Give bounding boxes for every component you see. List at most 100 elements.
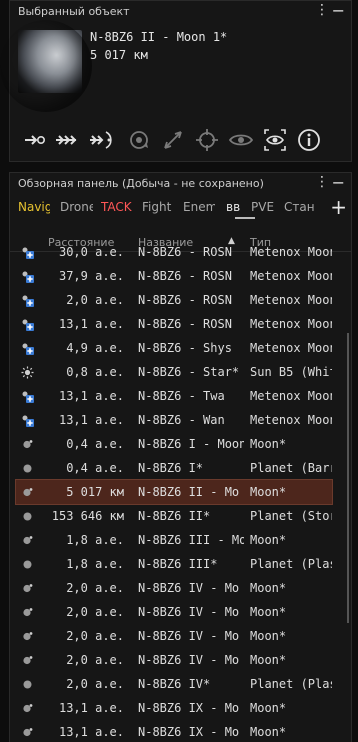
- approach-icon[interactable]: [22, 127, 48, 153]
- row-distance: 2,0 а.е.: [66, 605, 124, 619]
- add-tab-button[interactable]: +: [330, 195, 347, 219]
- look-at-active-icon[interactable]: [262, 127, 288, 153]
- object-distance: 5 017 км: [90, 48, 148, 62]
- kebab-menu-icon[interactable]: ⋮: [315, 3, 329, 17]
- row-name: N-8BZ6 - ROSN: [138, 245, 232, 259]
- overview-row[interactable]: 0,4 а.е. N-8BZ6 I - Moon Moon*: [16, 432, 332, 456]
- overview-row[interactable]: 0,8 а.е. N-8BZ6 - Star* Sun B5 (White): [16, 360, 332, 384]
- object-name: N-8BZ6 II - Moon 1*: [90, 30, 228, 44]
- lock-target-icon[interactable]: [194, 127, 220, 153]
- row-name: N-8BZ6 IV - Mo: [138, 605, 240, 619]
- row-name: N-8BZ6 - ROSN: [138, 269, 232, 283]
- row-type: Planet (Plasma): [250, 677, 332, 691]
- row-name: N-8BZ6 IV - Mo: [138, 653, 240, 667]
- row-name: N-8BZ6 IX - Mo: [138, 725, 240, 739]
- overview-row[interactable]: 2,0 а.е. N-8BZ6 IV* Planet (Plasma): [16, 672, 332, 696]
- tab-pve[interactable]: PVE: [251, 200, 279, 214]
- scrollbar[interactable]: [347, 333, 349, 623]
- row-type: Metenox Moon: [250, 413, 332, 427]
- row-type: Metenox Moon: [250, 317, 332, 331]
- warp-to-icon[interactable]: [54, 127, 80, 153]
- overview-row[interactable]: 2,0 а.е. N-8BZ6 IV - Mo Moon*: [16, 624, 332, 648]
- row-name: N-8BZ6 - Shys: [138, 341, 232, 355]
- overview-row[interactable]: 2,0 а.е. N-8BZ6 IV - Mo Moon*: [16, 600, 332, 624]
- row-distance: 1,8 а.е.: [66, 533, 124, 547]
- row-name: N-8BZ6 - Wan: [138, 413, 225, 427]
- overview-row[interactable]: 13,1 а.е. N-8BZ6 - ROSN Metenox Moon: [16, 312, 332, 336]
- overview-row[interactable]: 37,9 а.е. N-8BZ6 - ROSN Metenox Moon: [16, 264, 332, 288]
- panel-title: Выбранный объект: [18, 5, 130, 18]
- row-type: Metenox Moon: [250, 293, 332, 307]
- row-name: N-8BZ6 III - Mo: [138, 533, 244, 547]
- overview-row[interactable]: 0,4 а.е. N-8BZ6 I* Planet (Barren): [16, 456, 332, 480]
- tab-drone[interactable]: Drone: [60, 200, 93, 214]
- overview-row[interactable]: 4,9 а.е. N-8BZ6 - Shys Metenox Moon: [16, 336, 332, 360]
- row-name: N-8BZ6 - ROSN: [138, 293, 232, 307]
- row-distance: 13,1 а.е.: [58, 413, 124, 427]
- row-type: Metenox Moon: [250, 245, 332, 259]
- row-distance: 0,4 а.е.: [66, 437, 124, 451]
- row-distance: 13,1 а.е.: [58, 389, 124, 403]
- row-distance: 13,1 а.е.: [58, 701, 124, 715]
- tab-tack[interactable]: TACK: [101, 200, 135, 214]
- row-name: N-8BZ6 - Star*: [138, 365, 240, 379]
- row-type: Moon*: [250, 701, 287, 715]
- row-name: N-8BZ6 II - Mo: [138, 485, 240, 499]
- info-icon[interactable]: [296, 127, 322, 153]
- overview-row[interactable]: 30,0 а.е. N-8BZ6 - ROSN Metenox Moon: [16, 240, 332, 264]
- kebab-menu-icon[interactable]: ⋮: [315, 175, 329, 189]
- overview-row[interactable]: 1,8 а.е. N-8BZ6 III - Mo Moon*: [16, 528, 332, 552]
- row-name: N-8BZ6 III*: [138, 557, 218, 571]
- row-name: N-8BZ6 IV - Mo: [138, 629, 240, 643]
- row-type: Metenox Moon: [250, 269, 332, 283]
- row-type: Moon*: [250, 485, 287, 499]
- overview-row[interactable]: 13,1 а.е. N-8BZ6 IX - Mo Moon*: [16, 696, 332, 720]
- overview-row[interactable]: 13,1 а.е. N-8BZ6 IX - Mo Moon*: [16, 720, 332, 742]
- active-tab-underline: [235, 217, 255, 219]
- row-type: Metenox Moon: [250, 389, 332, 403]
- look-at-icon[interactable]: [228, 127, 254, 153]
- row-type: Sun B5 (White): [250, 365, 332, 379]
- tab-vv[interactable]: вв: [226, 200, 250, 214]
- tab-bar: Navig Drone TACK Fight Enem вв PVE Стан …: [10, 195, 351, 219]
- row-name: N-8BZ6 - ROSN: [138, 317, 232, 331]
- collapse-icon[interactable]: −: [332, 1, 345, 20]
- row-distance: 37,9 а.е.: [58, 269, 124, 283]
- row-name: N-8BZ6 I - Moon: [138, 437, 244, 451]
- tab-enem[interactable]: Enem: [183, 200, 215, 214]
- row-type: Planet (Storm): [250, 509, 332, 523]
- row-distance: 30,0 а.е.: [58, 245, 124, 259]
- row-name: N-8BZ6 IV - Mo: [138, 581, 240, 595]
- row-name: N-8BZ6 II*: [138, 509, 211, 523]
- tab-stan[interactable]: Стан: [284, 200, 318, 214]
- tab-fight[interactable]: Fight: [142, 200, 174, 214]
- overview-row[interactable]: 1,8 а.е. N-8BZ6 III* Planet (Plasma): [16, 552, 332, 576]
- row-name: N-8BZ6 - Twa: [138, 389, 225, 403]
- moon-thumbnail: [18, 30, 82, 93]
- row-distance: 13,1 а.е.: [58, 317, 124, 331]
- row-type: Metenox Moon: [250, 341, 332, 355]
- tab-navig[interactable]: Navig: [18, 200, 50, 214]
- row-distance: 13,1 а.е.: [58, 725, 124, 739]
- row-distance: 5 017 км: [66, 485, 124, 499]
- row-type: Planet (Barren): [250, 461, 332, 475]
- collapse-icon[interactable]: −: [332, 173, 345, 192]
- overview-row[interactable]: 13,1 а.е. N-8BZ6 - Twa Metenox Moon: [16, 384, 332, 408]
- jump-icon[interactable]: [88, 127, 114, 153]
- overview-row[interactable]: 2,0 а.е. N-8BZ6 IV - Mo Moon*: [16, 576, 332, 600]
- overview-row[interactable]: 2,0 а.е. N-8BZ6 - ROSN Metenox Moon: [16, 288, 332, 312]
- overview-list: 30,0 а.е. N-8BZ6 - ROSN Metenox Moon 37,9 а…: [10, 243, 340, 742]
- overview-row[interactable]: 153 646 км N-8BZ6 II* Planet (Storm): [16, 504, 332, 528]
- row-distance: 4,9 а.е.: [66, 341, 124, 355]
- row-distance: 2,0 а.е.: [66, 629, 124, 643]
- overview-row[interactable]: 2,0 а.е. N-8BZ6 IV - Mo Moon*: [16, 648, 332, 672]
- overview-panel: Обзорная панель (Добыча - не сохранено) …: [9, 172, 352, 742]
- overview-row[interactable]: 5 017 км N-8BZ6 II - Mo Moon*: [15, 479, 333, 505]
- overview-row[interactable]: 13,1 а.е. N-8BZ6 - Wan Metenox Moon: [16, 408, 332, 432]
- row-type: Moon*: [250, 653, 287, 667]
- row-name: N-8BZ6 IV*: [138, 677, 211, 691]
- keep-at-range-icon[interactable]: [160, 127, 186, 153]
- row-type: Moon*: [250, 581, 287, 595]
- orbit-icon[interactable]: [126, 127, 152, 153]
- row-type: Planet (Plasma): [250, 557, 332, 571]
